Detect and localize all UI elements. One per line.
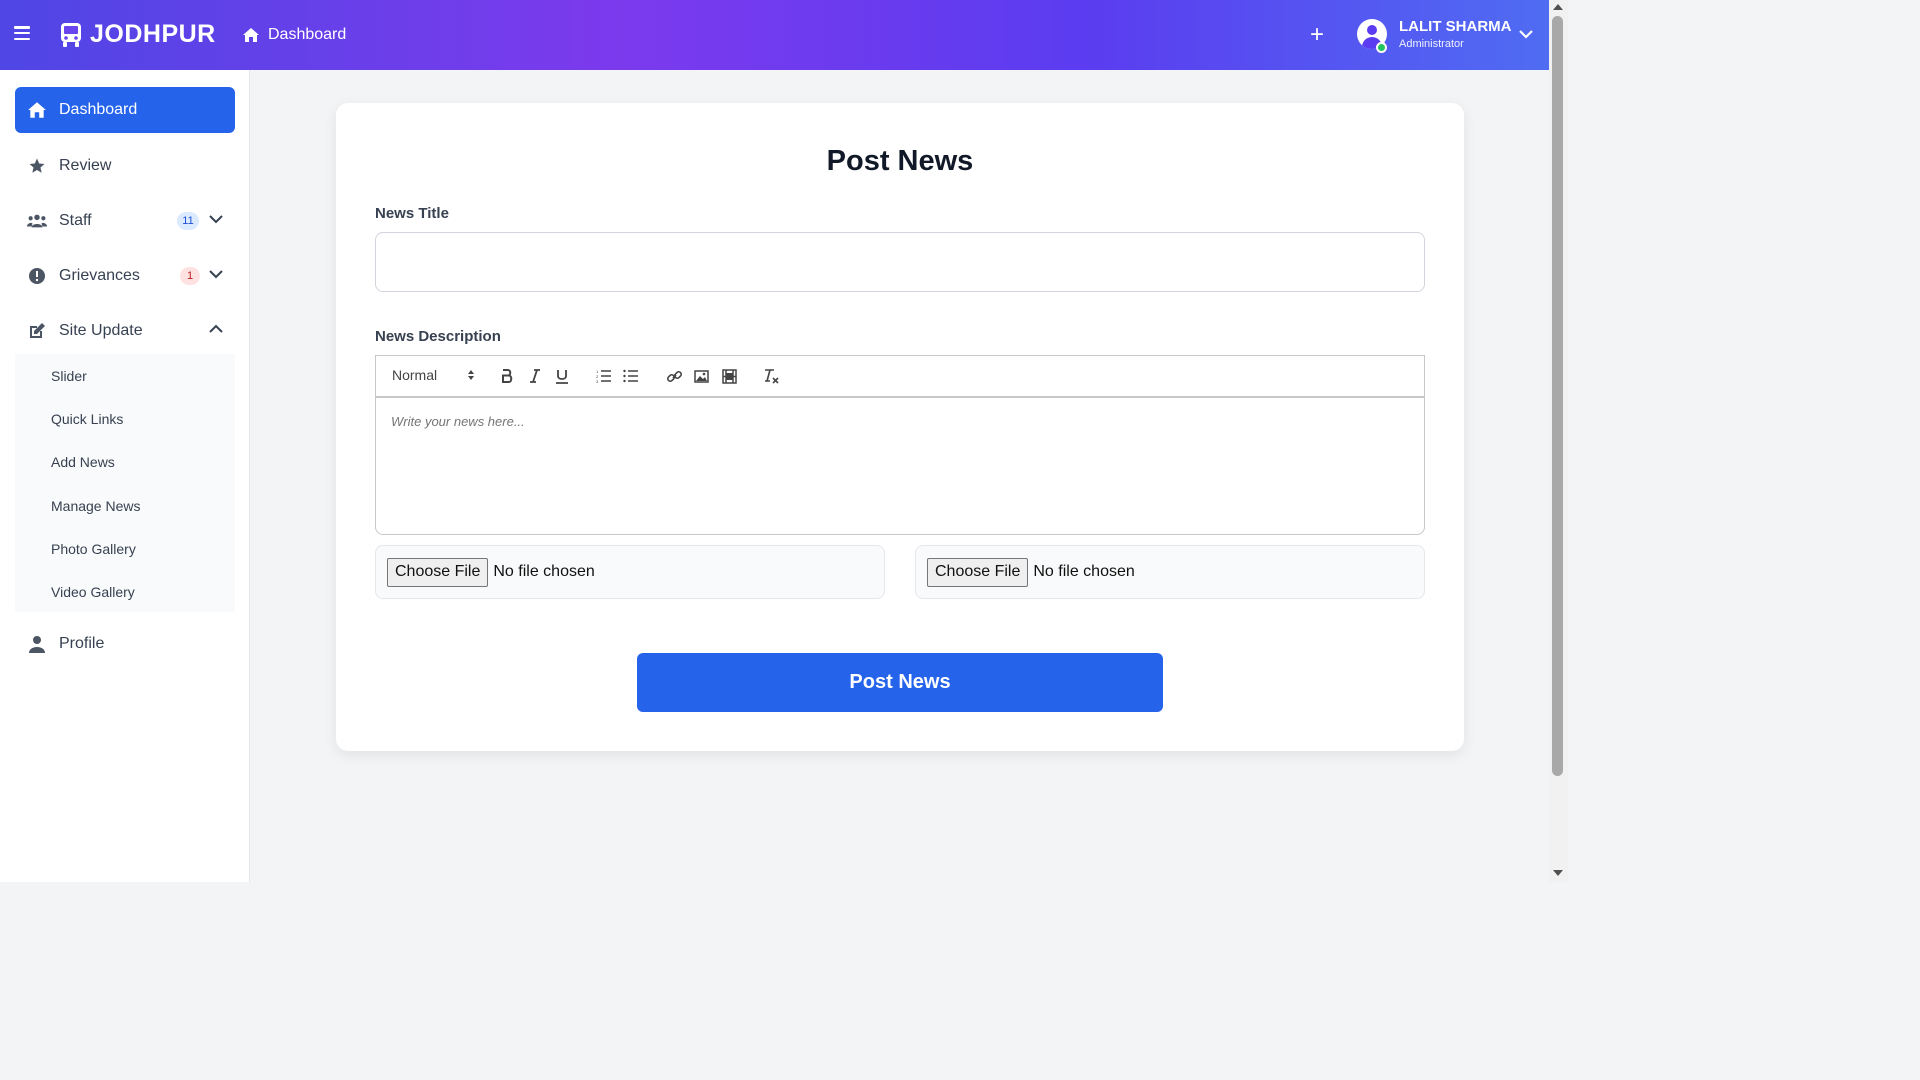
scrollbar-thumb[interactable] — [1552, 16, 1563, 776]
breadcrumb[interactable]: Dashboard — [242, 26, 346, 44]
submenu-item-quick-links[interactable]: Quick Links — [51, 411, 123, 427]
ordered-list-icon[interactable]: 123 — [595, 367, 613, 385]
sidebar-item-label: Profile — [59, 635, 105, 652]
italic-icon[interactable] — [526, 367, 544, 385]
sidebar-item-review[interactable]: Review — [15, 143, 235, 189]
top-header: JODHPUR Dashboard + LALIT SHARMA Adminis… — [0, 0, 1549, 70]
svg-text:3: 3 — [596, 379, 599, 383]
home-icon — [27, 101, 47, 119]
staff-count-badge: 11 — [177, 212, 199, 230]
chevron-up-icon — [209, 324, 223, 333]
format-select[interactable]: Normal — [392, 367, 475, 383]
file-input-1: Choose File No file chosen — [375, 545, 885, 599]
editor-toolbar: Normal 123 — [375, 355, 1425, 397]
sidebar-item-label: Staff — [59, 212, 92, 229]
brand-name: JODHPUR — [90, 20, 216, 48]
choose-file-button[interactable]: Choose File — [387, 557, 489, 587]
star-icon — [27, 157, 47, 175]
submenu-item-manage-news[interactable]: Manage News — [51, 498, 141, 514]
sidebar-item-staff[interactable]: Staff 11 — [15, 198, 235, 244]
chevron-down-icon[interactable] — [1518, 28, 1534, 40]
user-name: LALIT SHARMA — [1399, 18, 1512, 35]
sidebar-item-label: Dashboard — [59, 101, 138, 118]
sidebar-item-label: Site Update — [59, 322, 143, 339]
news-title-label: News Title — [375, 205, 449, 222]
link-icon[interactable] — [665, 367, 683, 385]
chevron-down-icon — [209, 270, 223, 279]
online-status-indicator — [1376, 42, 1387, 53]
home-icon — [243, 28, 259, 42]
add-icon[interactable]: + — [1310, 23, 1324, 47]
file-status: No file chosen — [493, 563, 595, 580]
post-news-card: Post News News Title News Description No… — [336, 103, 1464, 751]
sidebar-item-profile[interactable]: Profile — [15, 621, 235, 667]
news-description-editor[interactable]: Write your news here... — [375, 397, 1425, 535]
page-title: Post News — [826, 145, 974, 177]
brand-logo[interactable]: JODHPUR — [60, 20, 216, 49]
format-select-value: Normal — [392, 367, 438, 383]
video-icon[interactable] — [720, 367, 738, 385]
sidebar-item-grievances[interactable]: Grievances 1 — [15, 253, 235, 299]
file-input-2: Choose File No file chosen — [915, 545, 1425, 599]
submenu-item-video-gallery[interactable]: Video Gallery — [51, 584, 135, 600]
user-icon — [27, 635, 47, 653]
sidebar: Dashboard Review Staff 11 Grievances 1 S… — [0, 70, 250, 882]
post-news-button[interactable]: Post News — [637, 653, 1163, 712]
bold-icon[interactable] — [498, 367, 516, 385]
clear-format-icon[interactable] — [762, 367, 780, 385]
chevron-down-icon — [209, 215, 223, 224]
choose-file-button[interactable]: Choose File — [927, 557, 1029, 587]
page-scrollbar[interactable] — [1549, 0, 1568, 882]
file-status: No file chosen — [1033, 563, 1135, 580]
exclamation-circle-icon — [27, 267, 47, 285]
sidebar-item-label: Review — [59, 157, 112, 174]
select-arrows-icon — [468, 370, 475, 380]
scroll-down-arrow-icon[interactable] — [1553, 870, 1563, 876]
site-update-submenu: Slider Quick Links Add News Manage News … — [15, 354, 235, 612]
bullet-list-icon[interactable] — [622, 367, 640, 385]
submenu-item-slider[interactable]: Slider — [51, 368, 87, 384]
users-icon — [27, 213, 47, 229]
news-title-input[interactable] — [375, 232, 1425, 292]
bus-icon — [61, 22, 81, 47]
sidebar-item-site-update[interactable]: Site Update — [15, 308, 235, 354]
edit-icon — [27, 322, 47, 340]
grievances-count-badge: 1 — [180, 267, 200, 285]
sidebar-item-dashboard[interactable]: Dashboard — [15, 87, 235, 133]
breadcrumb-label: Dashboard — [268, 26, 347, 43]
submenu-item-add-news[interactable]: Add News — [51, 454, 115, 470]
sidebar-item-label: Grievances — [59, 267, 140, 284]
scroll-up-arrow-icon[interactable] — [1553, 4, 1563, 10]
user-role: Administrator — [1399, 38, 1464, 50]
news-description-label: News Description — [375, 328, 501, 345]
menu-toggle-icon[interactable] — [14, 26, 30, 40]
submenu-item-photo-gallery[interactable]: Photo Gallery — [51, 541, 136, 557]
image-icon[interactable] — [692, 367, 710, 385]
underline-icon[interactable] — [553, 367, 571, 385]
